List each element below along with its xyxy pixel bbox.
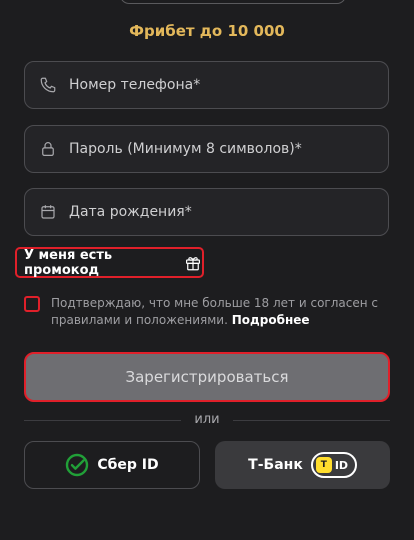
lock-icon: [38, 139, 58, 159]
gift-icon: [184, 254, 202, 272]
password-placeholder: Пароль (Минимум 8 символов)*: [69, 141, 302, 157]
calendar-icon: [38, 202, 58, 222]
tbank-shield-icon: Т: [315, 457, 332, 473]
promo-code-label: У меня есть промокод: [24, 247, 113, 278]
consent-details-link[interactable]: Подробнее: [232, 313, 310, 327]
sber-logo-icon: [65, 453, 89, 477]
sber-id-label: Сбер ID: [97, 457, 159, 473]
age-consent-text: Подтверждаю, что мне больше 18 лет и сог…: [51, 295, 386, 329]
previous-section-edge: [120, 0, 346, 4]
tbank-id-button[interactable]: Т-Банк Т ID: [215, 441, 390, 489]
consent-text: Подтверждаю, что мне больше 18 лет и сог…: [51, 296, 378, 327]
freebet-banner: Фрибет до 10 000: [129, 22, 285, 40]
tbank-id-badge: Т ID: [310, 452, 357, 478]
phone-icon: [38, 75, 58, 95]
tbank-id-text: ID: [334, 458, 349, 472]
phone-field[interactable]: Номер телефона*: [24, 61, 389, 109]
register-button[interactable]: Зарегистрироваться: [24, 352, 390, 402]
promo-code-toggle[interactable]: У меня есть промокод: [15, 247, 204, 278]
sber-id-button[interactable]: Сбер ID: [24, 441, 200, 489]
divider-right: [233, 420, 390, 421]
age-consent-checkbox[interactable]: [24, 296, 40, 312]
password-field[interactable]: Пароль (Минимум 8 символов)*: [24, 125, 389, 173]
tbank-label: Т-Банк: [248, 457, 303, 473]
birthdate-placeholder: Дата рождения*: [69, 204, 192, 220]
birthdate-field[interactable]: Дата рождения*: [24, 188, 389, 236]
register-button-label: Зарегистрироваться: [125, 368, 289, 386]
phone-placeholder: Номер телефона*: [69, 77, 201, 93]
